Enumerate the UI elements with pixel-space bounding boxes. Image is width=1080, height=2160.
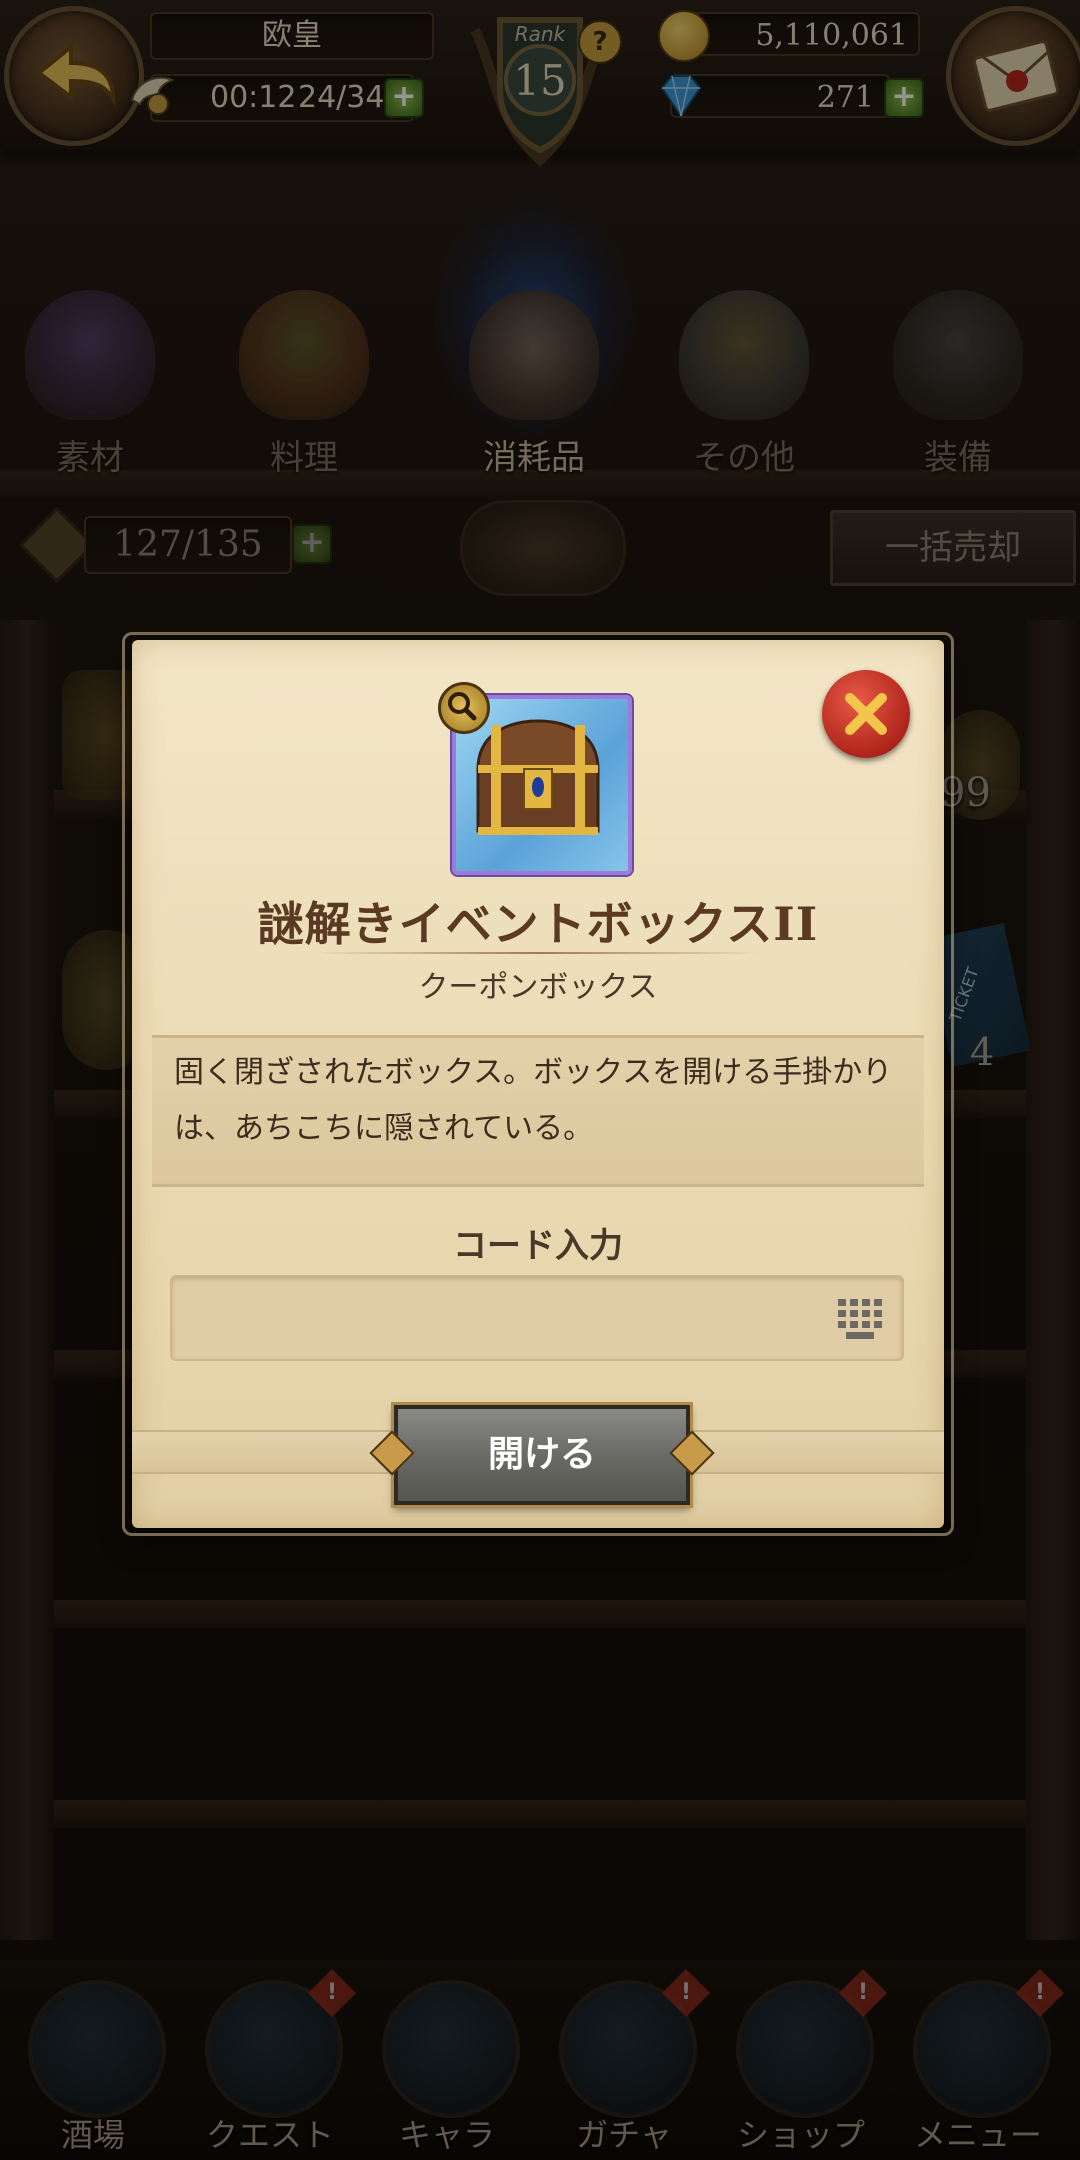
item-description: 固く閉ざされたボックス。ボックスを開ける手掛かりは、あちこちに隠されている。 xyxy=(174,1055,893,1146)
close-button[interactable] xyxy=(822,670,910,758)
title-divider xyxy=(312,952,764,954)
item-title: 謎解きイベントボックスII xyxy=(257,897,819,951)
code-input-field[interactable] xyxy=(170,1275,904,1361)
magnifier-icon xyxy=(448,692,477,721)
code-input-label: コード入力 xyxy=(453,1226,623,1266)
keypad-icon[interactable] xyxy=(838,1299,882,1339)
item-category: クーポンボックス xyxy=(418,970,658,1005)
open-button[interactable]: 開ける xyxy=(394,1405,690,1505)
zoom-button[interactable] xyxy=(438,682,490,734)
close-icon xyxy=(845,693,887,735)
item-detail-dialog: 謎解きイベントボックスII クーポンボックス 固く閉ざされたボックス。ボックスを… xyxy=(122,632,954,1536)
